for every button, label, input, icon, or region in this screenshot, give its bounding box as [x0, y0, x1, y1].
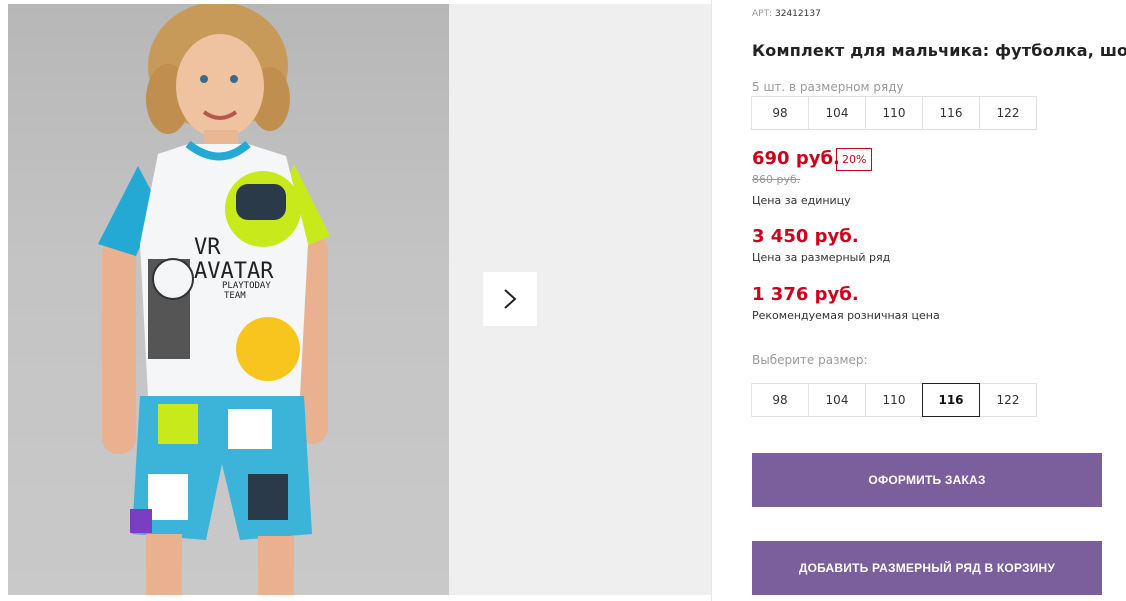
child-in-outfit-image: VR AVATAR PLAYTODAY TEAM: [98, 4, 330, 595]
row-price: 3 450 руб.: [752, 226, 859, 247]
size-row-item: 104: [808, 96, 866, 130]
size-option-104[interactable]: 104: [808, 383, 866, 417]
size-row-note: 5 шт. в размерном ряду: [752, 80, 904, 94]
product-title: Комплект для мальчика: футболка, шорты: [752, 41, 1126, 60]
size-row-item: 110: [865, 96, 923, 130]
size-row-item: 98: [751, 96, 809, 130]
article-label: АРТ:: [752, 9, 773, 19]
print-text-team: TEAM: [224, 291, 246, 301]
size-row-item: 122: [979, 96, 1037, 130]
print-text-playtoday: PLAYTODAY: [222, 281, 271, 291]
row-price-caption: Цена за размерный ряд: [752, 251, 891, 264]
article-number: АРТ: 32412137: [752, 9, 821, 19]
size-option-122[interactable]: 122: [979, 383, 1037, 417]
choose-size-label: Выберите размер:: [752, 353, 868, 367]
size-option-98[interactable]: 98: [751, 383, 809, 417]
size-option-110[interactable]: 110: [865, 383, 923, 417]
retail-price-caption: Рекомендуемая розничная цена: [752, 309, 940, 322]
article-value: 32412137: [775, 9, 821, 19]
add-size-row-to-cart-button[interactable]: ДОБАВИТЬ РАЗМЕРНЫЙ РЯД В КОРЗИНУ: [752, 541, 1102, 595]
size-selector: 98 104 110 116 122: [751, 383, 1037, 417]
column-divider: [711, 0, 712, 601]
place-order-button[interactable]: ОФОРМИТЬ ЗАКАЗ: [752, 453, 1102, 507]
chevron-right-icon: [504, 289, 517, 309]
size-option-116[interactable]: 116: [922, 383, 980, 417]
size-row-list: 98 104 110 116 122: [751, 96, 1037, 130]
unit-price: 690 руб.: [752, 148, 840, 169]
next-image-button[interactable]: [483, 272, 537, 326]
product-photo[interactable]: VR AVATAR PLAYTODAY TEAM: [8, 4, 449, 595]
print-text-vr: VR: [194, 235, 221, 260]
product-gallery: VR AVATAR PLAYTODAY TEAM: [8, 4, 711, 595]
retail-price: 1 376 руб.: [752, 284, 859, 305]
size-row-item: 116: [922, 96, 980, 130]
unit-price-caption: Цена за единицу: [752, 194, 851, 207]
discount-badge: 20%: [836, 148, 873, 171]
old-price: 860 руб.: [752, 173, 801, 186]
